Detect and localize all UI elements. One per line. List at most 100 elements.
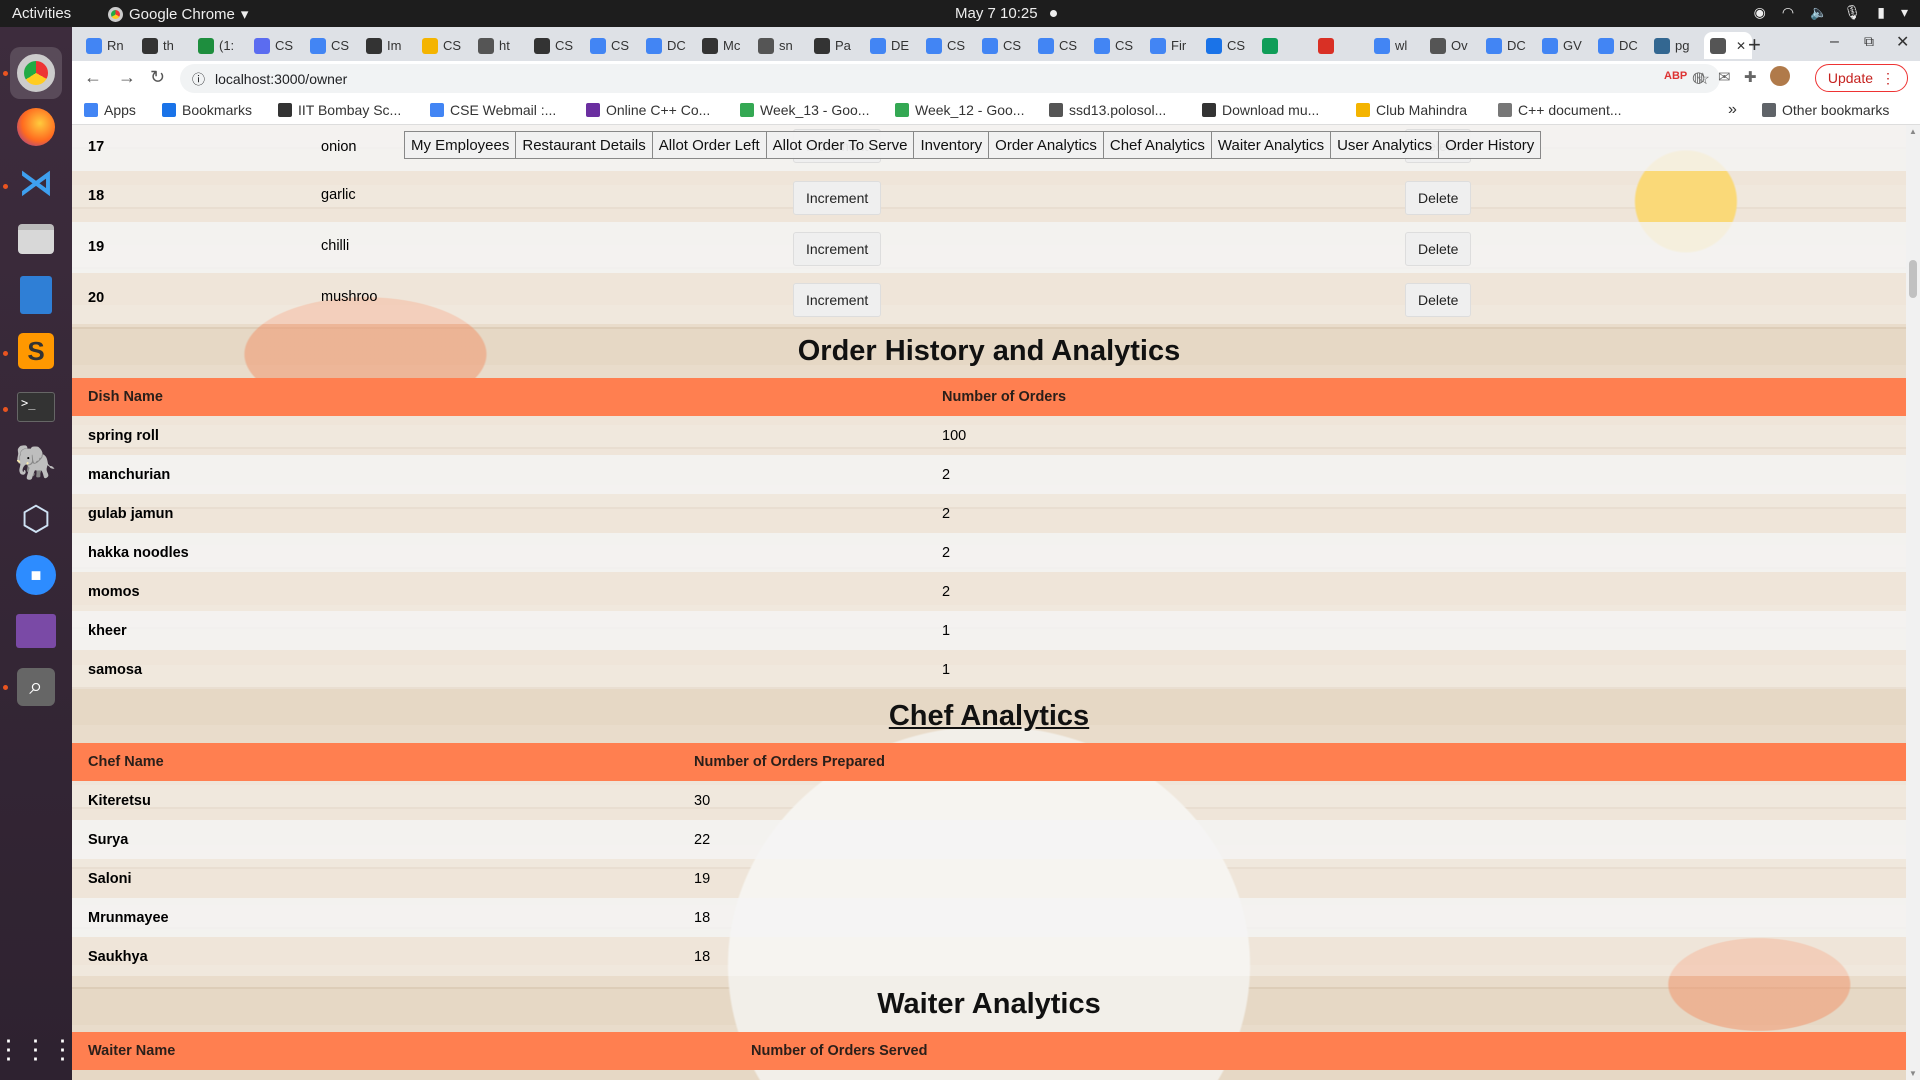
browser-tab[interactable]: CS [976, 32, 1021, 59]
browser-tab[interactable]: Rn [80, 32, 124, 59]
address-bar[interactable]: ⓘ localhost:3000/owner ☆ [180, 64, 1720, 93]
bookmark-item[interactable]: Online C++ Co... [586, 102, 710, 118]
browser-tab[interactable]: CS [528, 32, 573, 59]
browser-tab[interactable]: wl [1368, 32, 1407, 59]
browser-tab[interactable]: CS [1032, 32, 1077, 59]
firefox-dock-icon[interactable] [10, 101, 62, 153]
browser-tab[interactable]: Im [360, 32, 401, 59]
nav-order-analytics-button[interactable]: Order Analytics [988, 131, 1104, 159]
inventory-item: garlic [321, 187, 356, 203]
page-scrollbar[interactable]: ▲ ▼ [1906, 125, 1920, 1080]
browser-tab[interactable]: DC [640, 32, 686, 59]
forward-icon[interactable]: → [118, 67, 136, 88]
reload-icon[interactable]: ↻ [150, 67, 165, 88]
activities-button[interactable]: Activities [12, 5, 71, 22]
avatar[interactable] [1770, 66, 1790, 86]
info-icon[interactable]: ⓘ [192, 69, 205, 88]
clock[interactable]: May 7 10:25 [955, 5, 1038, 22]
tab-active[interactable]: ✕ [1704, 32, 1752, 59]
nav-restaurant-details-button[interactable]: Restaurant Details [515, 131, 653, 159]
bookmark-item[interactable]: Club Mahindra [1356, 102, 1467, 118]
show-applications-icon[interactable]: ⋮⋮⋮ [0, 1023, 76, 1075]
bookmark-item[interactable]: Download mu... [1202, 102, 1319, 118]
scrollbar-thumb[interactable] [1909, 260, 1917, 298]
browser-tab[interactable] [1312, 32, 1339, 59]
bookmark-item[interactable]: Bookmarks [162, 102, 252, 118]
update-button[interactable]: Update ⋮ [1814, 64, 1908, 92]
increment-button[interactable]: Increment [793, 181, 882, 215]
nav-allot-order-to-serve-button[interactable]: Allot Order To Serve [765, 131, 915, 159]
app-menu[interactable]: Google Chrome ▾ [108, 5, 248, 23]
other-bookmarks[interactable]: Other bookmarks [1762, 102, 1889, 118]
vscode-dock-icon[interactable]: ⋊ [10, 157, 62, 209]
scroll-up-arrow[interactable]: ▲ [1909, 127, 1917, 136]
chrome-dock-icon[interactable] [10, 47, 62, 99]
system-tray[interactable]: ◉ ◠ 🔈 🎙 ▮ ▾ [1754, 4, 1908, 21]
bookmark-item[interactable]: CSE Webmail :... [430, 102, 556, 118]
nav-chef-analytics-button[interactable]: Chef Analytics [1102, 131, 1212, 159]
nav-inventory-button[interactable]: Inventory [913, 131, 990, 159]
browser-tab[interactable]: DE [864, 32, 909, 59]
bookmark-item[interactable]: Week_12 - Goo... [895, 102, 1024, 118]
browser-tab[interactable] [1256, 32, 1283, 59]
sublime-dock-icon[interactable]: S [10, 325, 62, 377]
browser-tab[interactable]: CS [304, 32, 349, 59]
close-tab-icon[interactable]: ✕ [1736, 39, 1746, 53]
maximize-icon[interactable]: ⧉ [1864, 33, 1874, 50]
nav-user-analytics-button[interactable]: User Analytics [1330, 131, 1440, 159]
terminal-dock-icon[interactable]: >_ [10, 381, 62, 433]
browser-tab[interactable]: CS [920, 32, 965, 59]
browser-tab[interactable]: ht [472, 32, 510, 59]
browser-tab[interactable]: DC [1592, 32, 1638, 59]
browser-tab[interactable]: CS [584, 32, 629, 59]
bookmark-item[interactable]: Apps [84, 102, 136, 118]
browser-tab[interactable]: Ov [1424, 32, 1468, 59]
delete-button[interactable]: Delete [1405, 283, 1472, 317]
bookmark-item[interactable]: IIT Bombay Sc... [278, 102, 401, 118]
bookmarks-overflow[interactable]: » [1728, 101, 1737, 119]
nav-waiter-analytics-button[interactable]: Waiter Analytics [1210, 131, 1332, 159]
nav-my-employees-button[interactable]: My Employees [404, 131, 517, 159]
delete-button[interactable]: Delete [1405, 232, 1472, 266]
search-dock-icon[interactable]: ⌕ [10, 661, 62, 713]
browser-tab[interactable]: CS [248, 32, 293, 59]
browser-tab[interactable]: CS [1200, 32, 1245, 59]
browser-tab[interactable]: sn [752, 32, 793, 59]
browser-tab[interactable]: th [136, 32, 174, 59]
bookmark-label: Club Mahindra [1376, 102, 1468, 118]
bookmark-item[interactable]: Week_13 - Goo... [740, 102, 869, 118]
adblock-icon[interactable]: ABP [1664, 70, 1687, 82]
chef-analytics-title[interactable]: Chef Analytics [72, 689, 1906, 743]
browser-tab[interactable]: pg [1648, 32, 1689, 59]
virtualbox-dock-icon[interactable]: ⬡ [10, 493, 62, 545]
mail-icon[interactable]: ✉ [1718, 68, 1731, 86]
extensions-icon[interactable]: ✚ [1744, 68, 1757, 86]
translate-icon[interactable]: ◍ [1692, 68, 1705, 86]
scroll-down-arrow[interactable]: ▼ [1909, 1069, 1917, 1078]
postgres-dock-icon[interactable]: 🐘 [10, 437, 62, 489]
browser-tab[interactable]: Mc [696, 32, 740, 59]
browser-tab[interactable]: CS [416, 32, 461, 59]
browser-tab[interactable]: DC [1480, 32, 1526, 59]
browser-tab[interactable]: CS [1088, 32, 1133, 59]
increment-button[interactable]: Increment [793, 232, 882, 266]
browser-tab[interactable]: Fir [1144, 32, 1186, 59]
browser-tab[interactable]: Pa [808, 32, 851, 59]
browser-tab[interactable]: (1: [192, 32, 234, 59]
new-tab-button[interactable]: + [1748, 32, 1761, 58]
bookmark-item[interactable]: ssd13.polosol... [1049, 102, 1166, 118]
video-player-dock-icon[interactable] [10, 605, 62, 657]
zoom-dock-icon[interactable]: ■ [10, 549, 62, 601]
nav-order-history-button[interactable]: Order History [1438, 131, 1542, 159]
browser-tab[interactable]: GV [1536, 32, 1582, 59]
back-icon[interactable]: ← [84, 67, 102, 88]
table-row: spring roll 100 [72, 416, 1906, 455]
nav-allot-order-left-button[interactable]: Allot Order Left [651, 131, 767, 159]
increment-button[interactable]: Increment [793, 283, 882, 317]
minimize-icon[interactable]: – [1830, 33, 1839, 51]
writer-dock-icon[interactable] [10, 269, 62, 321]
delete-button[interactable]: Delete [1405, 181, 1472, 215]
close-window-icon[interactable]: ✕ [1896, 32, 1909, 52]
bookmark-item[interactable]: C++ document... [1498, 102, 1622, 118]
files-dock-icon[interactable] [10, 213, 62, 265]
